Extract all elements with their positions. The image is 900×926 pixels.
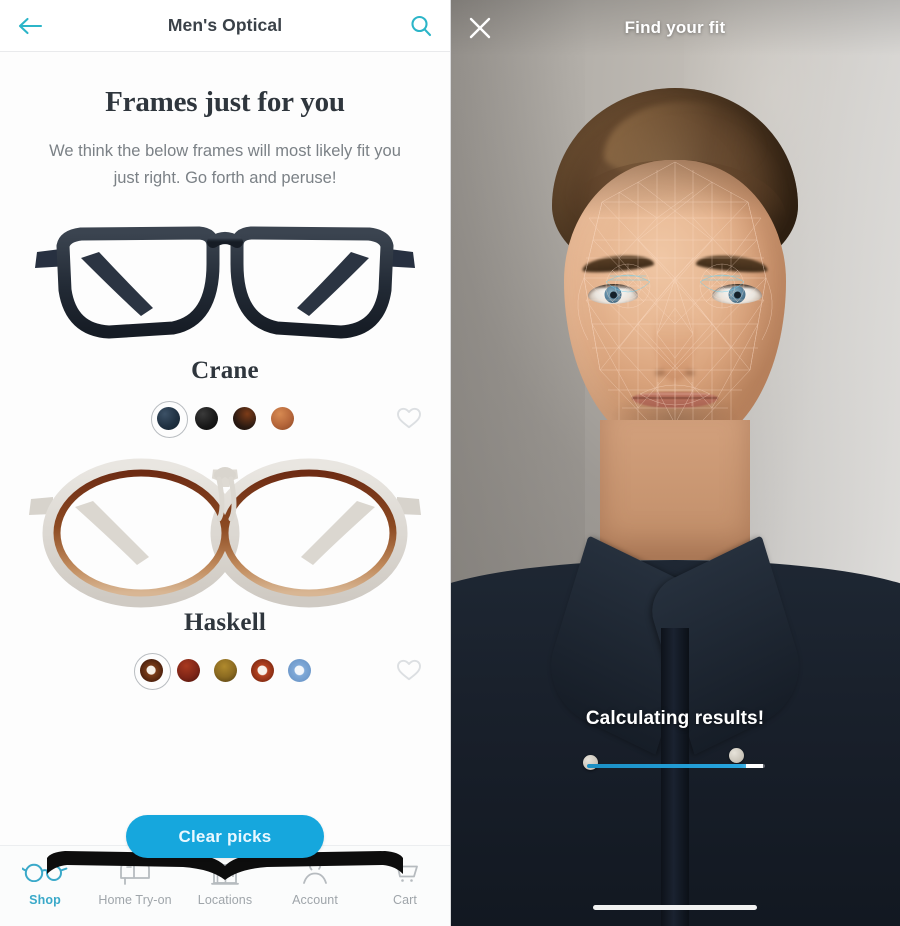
tab-label-cart: Cart [392, 893, 417, 907]
close-icon [469, 17, 491, 39]
tab-label-shop: Shop [29, 893, 61, 907]
panel-divider [450, 0, 451, 926]
shirt-button-right [729, 748, 744, 763]
search-icon [411, 15, 432, 36]
product-card-haskell[interactable]: Haskell [0, 457, 450, 690]
tab-label-home-try-on: Home Try-on [98, 893, 172, 907]
find-your-fit-header: Find your fit [450, 0, 900, 56]
swatch-copper-tortoise[interactable] [270, 406, 294, 430]
shop-scroll-area[interactable]: Frames just for you We think the below f… [0, 52, 450, 926]
face-tracking-mesh [562, 158, 788, 458]
shop-header: Men's Optical [0, 0, 450, 52]
swatch-dark-red-tortoise[interactable] [176, 658, 200, 682]
clear-picks-button[interactable]: Clear picks [126, 815, 324, 858]
status-text: Calculating results! [585, 708, 765, 729]
eyeglasses-round-icon [29, 458, 421, 608]
swatch-black[interactable] [194, 406, 218, 430]
promo-subtext: We think the below frames will most like… [49, 142, 401, 187]
swatch-inner-crystal [146, 665, 156, 675]
swatch-inner-red [257, 665, 267, 675]
home-indicator [593, 905, 757, 910]
heart-outline-icon [397, 408, 421, 429]
haskell-frame-image[interactable] [0, 457, 450, 609]
search-button[interactable] [404, 9, 438, 43]
swatch-crystal-tortoise[interactable] [133, 652, 171, 690]
promo-heading: Frames just for you [105, 86, 345, 118]
progress-bar-fill [587, 764, 748, 768]
swatch-dark-tortoise[interactable] [232, 406, 256, 430]
page-title: Men's Optical [167, 15, 283, 35]
crane-swatch-row[interactable] [0, 400, 450, 438]
promo-block: Frames just for you We think the below f… [0, 52, 450, 191]
find-your-fit-title: Find your fit [624, 18, 726, 37]
clear-picks-container: Clear picks [0, 815, 450, 858]
progress-bar [587, 764, 765, 768]
find-your-fit-panel: Find your fit Calculating results! [450, 0, 900, 926]
close-button[interactable] [462, 10, 498, 46]
shirt-placket [661, 628, 689, 926]
haskell-swatch-row[interactable] [0, 652, 450, 690]
progress-bar-head [746, 764, 764, 768]
eyeglasses-rectangular-icon [35, 226, 415, 339]
product-name-haskell: Haskell [184, 609, 266, 637]
favorite-button-haskell[interactable] [396, 658, 422, 682]
swatch-blue-crystal[interactable] [287, 658, 311, 682]
camera-preview [450, 0, 900, 926]
back-button[interactable] [13, 9, 47, 43]
product-name-crane: Crane [191, 357, 259, 385]
app-screenshot: Men's Optical Frames just for you We thi… [0, 0, 900, 926]
crane-frame-image[interactable] [0, 207, 450, 357]
tab-label-account: Account [292, 893, 338, 907]
swatch-olive-amber[interactable] [213, 658, 237, 682]
swatch-navy-blue[interactable] [150, 400, 188, 438]
arrow-left-icon [18, 17, 43, 34]
neck [600, 420, 750, 560]
swatch-red-crystal[interactable] [250, 658, 274, 682]
shop-panel: Men's Optical Frames just for you We thi… [0, 0, 450, 926]
swatch-inner-blue [294, 665, 304, 675]
product-card-crane[interactable]: Crane [0, 207, 450, 438]
tab-label-locations: Locations [197, 893, 253, 907]
heart-outline-icon [397, 660, 421, 681]
favorite-button-crane[interactable] [396, 406, 422, 430]
